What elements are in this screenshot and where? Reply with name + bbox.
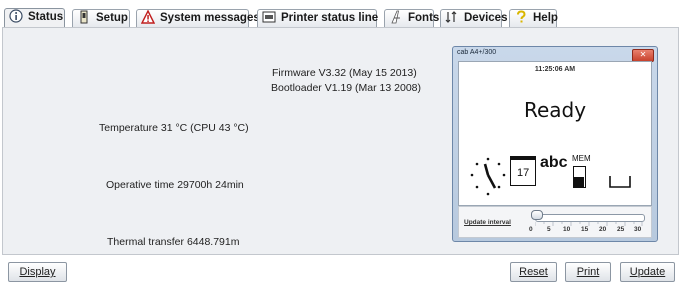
status-line-icon bbox=[262, 10, 276, 24]
tab-devices[interactable]: Devices bbox=[440, 9, 507, 27]
abc-icon: abc bbox=[540, 154, 568, 171]
firmware-version: Firmware V3.32 (May 15 2013) bbox=[272, 67, 417, 79]
tab-system-messages[interactable]: System messages bbox=[136, 9, 260, 27]
device-clock: 11:25:06 AM bbox=[534, 66, 576, 73]
tick-label: 10 bbox=[563, 226, 571, 233]
tab-printer-status-line[interactable]: Printer status line bbox=[257, 9, 379, 27]
printer-display-window: cab A4+/300 ✕ 11:25:06 AM Ready 17 abc M… bbox=[452, 46, 658, 242]
update-button[interactable]: Update bbox=[620, 262, 675, 282]
tab-setup[interactable]: Setup bbox=[72, 9, 130, 27]
display-button[interactable]: Display bbox=[8, 262, 67, 282]
devices-icon bbox=[445, 10, 459, 24]
slider-ticks bbox=[535, 222, 643, 226]
device-window-title: cab A4+/300 bbox=[457, 49, 497, 56]
help-icon bbox=[514, 10, 528, 24]
info-icon bbox=[9, 9, 23, 23]
tab-label: Help bbox=[533, 12, 558, 24]
warning-icon bbox=[141, 10, 155, 24]
tick-label: 25 bbox=[617, 226, 625, 233]
device-state: Ready bbox=[523, 98, 587, 122]
tab-fonts[interactable]: Fonts bbox=[384, 9, 439, 27]
print-button-label: Print bbox=[576, 266, 600, 278]
update-interval-panel: Update interval 0 5 10 15 20 25 30 bbox=[458, 206, 652, 238]
update-button-label: Update bbox=[629, 266, 666, 278]
tick-label: 15 bbox=[581, 226, 589, 233]
device-status-icons: 17 abc MEM bbox=[469, 154, 649, 202]
tab-help[interactable]: Help bbox=[509, 9, 558, 27]
tab-label: Devices bbox=[464, 12, 508, 24]
reset-button[interactable]: Reset bbox=[510, 262, 557, 282]
print-button[interactable]: Print bbox=[565, 262, 611, 282]
tick-label: 0 bbox=[529, 226, 533, 233]
operative-time-readout: Operative time 29700h 24min bbox=[106, 179, 244, 191]
tick-label: 5 bbox=[547, 226, 551, 233]
tab-label: Status bbox=[28, 11, 64, 23]
bootloader-version: Bootloader V1.19 (Mar 13 2008) bbox=[271, 82, 422, 94]
memory-bar-icon bbox=[573, 166, 586, 188]
printer-small-icon bbox=[77, 10, 91, 24]
printer-display-screen: 11:25:06 AM Ready 17 abc MEM bbox=[458, 61, 652, 206]
temperature-readout: Temperature 31 °C (CPU 43 °C) bbox=[99, 122, 249, 134]
media-tray-icon bbox=[609, 176, 631, 188]
tab-label: Fonts bbox=[408, 12, 440, 24]
calendar-icon: 17 bbox=[510, 156, 536, 186]
tab-status[interactable]: Status bbox=[4, 8, 65, 28]
reset-button-label: Reset bbox=[519, 266, 548, 278]
tab-label: Setup bbox=[96, 12, 128, 24]
display-button-label: Display bbox=[19, 266, 56, 278]
update-interval-slider[interactable] bbox=[535, 214, 645, 222]
calendar-day: 17 bbox=[517, 167, 530, 179]
tick-label: 30 bbox=[634, 226, 642, 233]
update-interval-label: Update interval bbox=[464, 219, 511, 226]
slider-thumb[interactable] bbox=[531, 210, 543, 220]
memory-label: MEM bbox=[572, 154, 591, 163]
font-icon bbox=[389, 10, 403, 24]
tab-bar: Status Setup System messages Printer sta… bbox=[0, 0, 681, 28]
tab-label: Printer status line bbox=[281, 12, 379, 24]
clock-icon bbox=[470, 157, 506, 196]
tab-label: System messages bbox=[160, 12, 260, 24]
tick-label: 20 bbox=[599, 226, 607, 233]
thermal-transfer-readout: Thermal transfer 6448.791m bbox=[107, 236, 240, 248]
